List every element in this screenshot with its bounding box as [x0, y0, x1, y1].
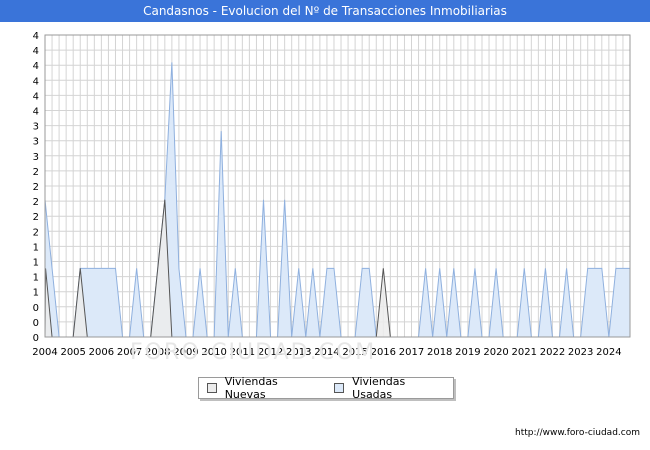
x-tick-label: 2004 [32, 347, 57, 358]
y-tick-label: 0 [33, 303, 39, 314]
legend-swatch-usadas [334, 383, 345, 393]
y-tick-label: 0 [33, 318, 39, 329]
x-tick-label: 2017 [399, 347, 424, 358]
y-tick-label: 4 [33, 107, 39, 118]
y-tick-label: 2 [33, 212, 39, 223]
x-tick-label: 2019 [455, 347, 480, 358]
legend-label-nuevas: Viviendas Nuevas [224, 375, 278, 401]
y-tick-label: 3 [33, 152, 39, 163]
y-tick-label: 2 [33, 182, 39, 193]
x-tick-label: 2018 [427, 347, 452, 358]
x-tick-label: 2021 [512, 347, 537, 358]
y-tick-label: 2 [33, 197, 39, 208]
watermark: FORO-CIUDAD.COM [130, 340, 377, 365]
legend-entry-usadas: Viviendas Usadas [334, 375, 445, 401]
y-tick-label: 1 [33, 273, 39, 284]
x-tick-label: 2020 [483, 347, 508, 358]
y-tick-label: 2 [33, 227, 39, 238]
y-tick-label: 0 [33, 333, 39, 344]
y-tick-label: 1 [33, 258, 39, 269]
x-tick-label: 2023 [568, 347, 593, 358]
x-tick-label: 2024 [596, 347, 621, 358]
y-tick-label: 4 [33, 46, 39, 57]
x-tick-label: 2006 [89, 347, 114, 358]
legend-swatch-nuevas [207, 383, 217, 393]
chart-legend: Viviendas Nuevas Viviendas Usadas [198, 375, 454, 401]
x-tick-label: 2005 [60, 347, 85, 358]
y-tick-label: 1 [33, 242, 39, 253]
y-tick-label: 4 [33, 31, 39, 42]
y-tick-label: 3 [33, 137, 39, 148]
y-tick-label: 1 [33, 288, 39, 299]
y-tick-label: 3 [33, 122, 39, 133]
y-tick-label: 4 [33, 61, 39, 72]
x-tick-label: 2022 [540, 347, 565, 358]
legend-entry-nuevas: Viviendas Nuevas [207, 375, 318, 401]
source-credit: http://www.foro-ciudad.com [515, 428, 640, 438]
y-tick-label: 4 [33, 76, 39, 87]
legend-label-usadas: Viviendas Usadas [352, 375, 406, 401]
y-tick-label: 2 [33, 167, 39, 178]
chart-root: Candasnos - Evolucion del Nº de Transacc… [0, 0, 650, 450]
y-tick-label: 4 [33, 91, 39, 102]
